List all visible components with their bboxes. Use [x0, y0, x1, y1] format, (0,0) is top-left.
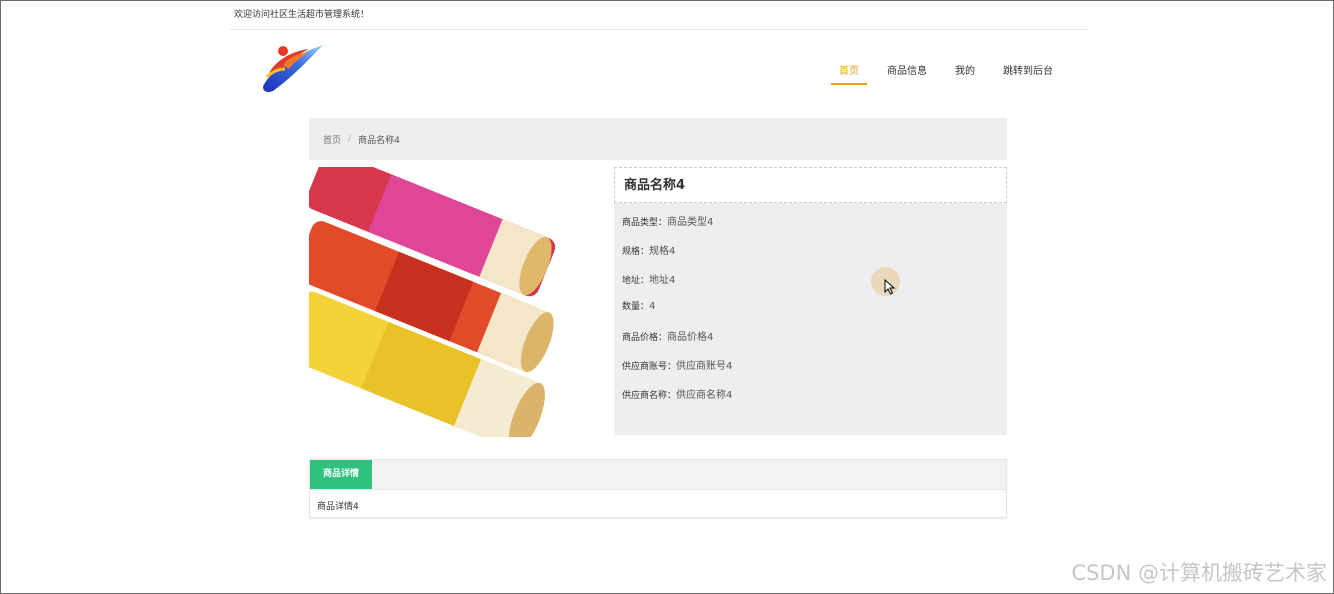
field-value: 商品价格4: [667, 332, 714, 343]
field-value: 供应商账号4: [676, 361, 733, 372]
field-address: 地址：地址4: [622, 271, 675, 286]
field-label: 地址：: [622, 276, 650, 286]
main-nav: 首页 商品信息 我的 跳转到后台: [825, 65, 1067, 85]
field-value: 地址4: [649, 275, 676, 286]
site-logo[interactable]: [259, 41, 327, 93]
product-image: [309, 167, 605, 437]
field-value: 供应商名称4: [676, 390, 733, 401]
breadcrumb: 首页 / 商品名称4: [309, 118, 1007, 160]
details-tabs: 商品详情 商品详情4: [309, 459, 1007, 518]
field-price: 商品价格：商品价格4: [622, 328, 713, 343]
field-label: 规格：: [622, 247, 650, 257]
product-title: 商品名称4: [614, 167, 1007, 203]
nav-mine[interactable]: 我的: [941, 65, 989, 85]
tab-header: 商品详情: [310, 460, 1006, 490]
watermark: CSDN @计算机搬砖艺术家: [1071, 561, 1327, 585]
field-label: 数量：: [622, 302, 650, 312]
field-label: 供应商账号：: [622, 362, 677, 372]
welcome-text: 欢迎访问社区生活超市管理系统！: [234, 10, 370, 20]
nav-home[interactable]: 首页: [825, 65, 873, 85]
logo-icon: [263, 45, 323, 92]
field-label: 商品价格：: [622, 333, 668, 343]
breadcrumb-current: 商品名称4: [358, 135, 400, 146]
breadcrumb-home[interactable]: 首页: [323, 133, 341, 146]
field-value: 商品类型4: [667, 217, 714, 228]
tab-product-details[interactable]: 商品详情: [310, 460, 373, 489]
breadcrumb-separator: /: [348, 134, 352, 144]
field-label: 商品类型：: [622, 218, 668, 228]
field-value: 4: [649, 301, 656, 312]
field-quantity: 数量：4: [622, 299, 655, 312]
field-product-type: 商品类型：商品类型4: [622, 213, 713, 228]
field-spec: 规格：规格4: [622, 242, 675, 257]
field-supplier-name: 供应商名称：供应商名称4: [622, 386, 732, 401]
nav-product-info[interactable]: 商品信息: [873, 65, 941, 85]
top-bar: 欢迎访问社区生活超市管理系统！: [230, 1, 1087, 30]
field-value: 规格4: [649, 246, 676, 257]
nav-admin[interactable]: 跳转到后台: [989, 65, 1067, 85]
field-supplier-account: 供应商账号：供应商账号4: [622, 357, 732, 372]
field-label: 供应商名称：: [622, 391, 677, 401]
product-info-panel: 商品名称4 商品类型：商品类型4 规格：规格4 地址：地址4 数量：4 商品价格…: [614, 167, 1007, 435]
tab-content: 商品详情4: [317, 502, 359, 512]
mouse-cursor-icon: [884, 279, 896, 295]
